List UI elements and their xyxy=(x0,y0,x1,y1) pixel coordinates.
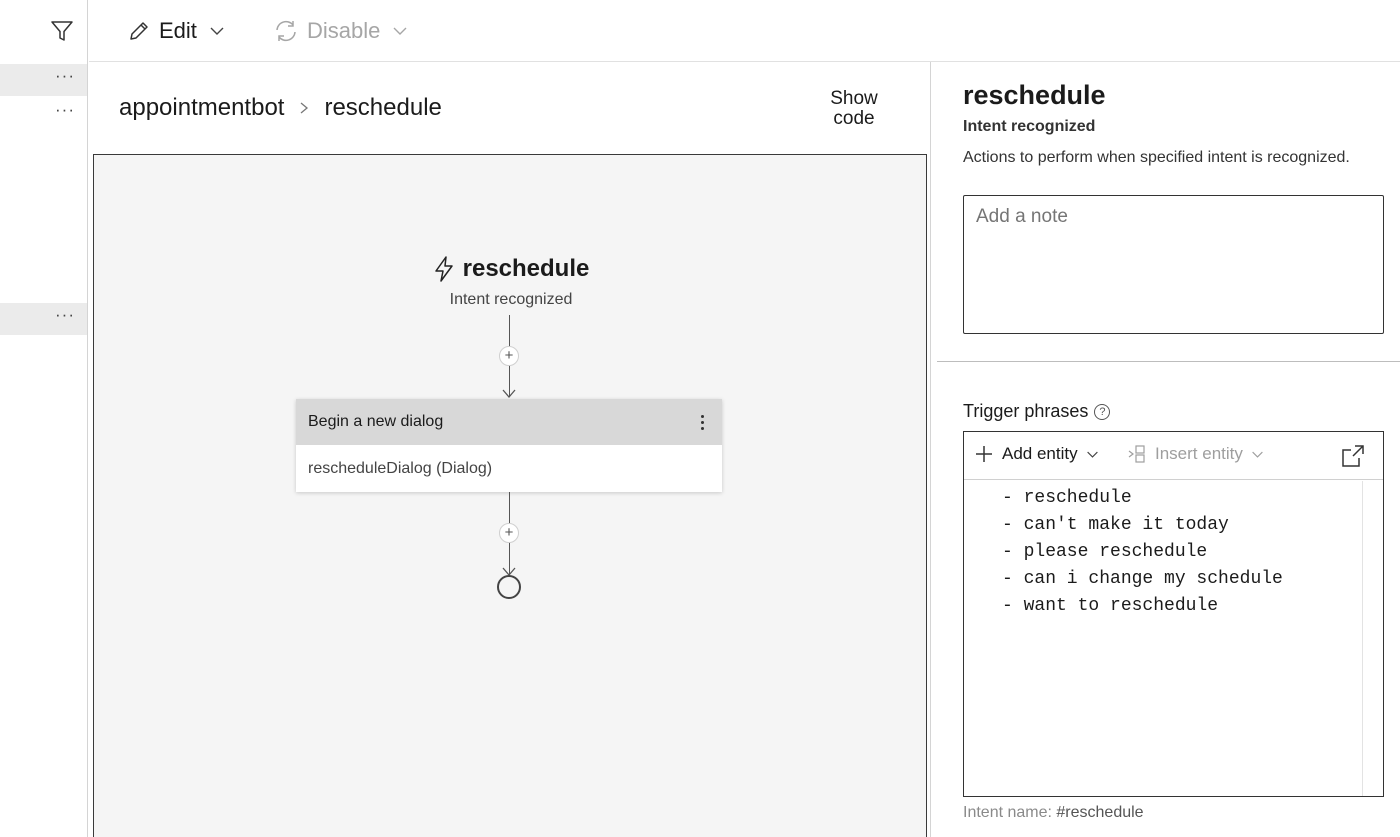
phrase-line: - can't make it today xyxy=(1002,515,1229,535)
more-options-icon[interactable]: ··· xyxy=(55,100,75,120)
props-title: reschedule xyxy=(963,80,1106,110)
phrase-line: - want to reschedule xyxy=(1002,596,1219,616)
filter-icon xyxy=(51,21,73,41)
breadcrumb-root[interactable]: appointmentbot xyxy=(119,94,284,122)
disable-button[interactable]: Disable xyxy=(273,14,408,48)
properties-panel: reschedule Intent recognized Actions to … xyxy=(931,62,1400,837)
chevron-down-icon xyxy=(1086,451,1098,458)
more-options-icon[interactable]: ··· xyxy=(55,305,75,325)
lightning-icon xyxy=(434,256,453,282)
phrase-line: - can i change my schedule xyxy=(1002,569,1283,589)
arrow-down-icon xyxy=(502,389,516,398)
nav-item-selected[interactable]: ··· xyxy=(0,64,87,96)
edit-button[interactable]: Edit xyxy=(127,14,225,48)
breadcrumb-current: reschedule xyxy=(324,94,442,121)
props-description: Actions to perform when specified intent… xyxy=(963,149,1350,166)
help-icon[interactable]: ? xyxy=(1094,403,1111,420)
edit-button-label: Edit xyxy=(159,18,197,43)
trigger-subtitle: Intent recognized xyxy=(449,291,573,308)
show-code-label-1: Show xyxy=(830,88,878,109)
action-title: Begin a new dialog xyxy=(308,413,444,430)
intent-name-value: #reschedule xyxy=(1056,804,1144,821)
phrase-scrollbar[interactable] xyxy=(1362,481,1383,796)
disable-button-label: Disable xyxy=(307,18,381,43)
trigger-phrases-label: Trigger phrases ? xyxy=(963,401,1111,422)
expand-icon[interactable] xyxy=(1341,444,1365,468)
chevron-down-icon xyxy=(393,27,407,35)
flow-canvas[interactable]: reschedule Intent recognized + Begin a n… xyxy=(93,154,927,837)
show-code-label-2: code xyxy=(833,108,875,129)
filter-button[interactable] xyxy=(48,18,76,44)
top-toolbar: Edit Disable xyxy=(89,0,1400,62)
add-entity-label: Add entity xyxy=(1002,444,1078,463)
add-action-button[interactable]: + xyxy=(499,346,519,366)
phrase-list[interactable]: - reschedule - can't make it today - ple… xyxy=(964,481,1363,796)
more-options-icon[interactable]: ··· xyxy=(55,66,75,86)
action-card-body: rescheduleDialog (Dialog) xyxy=(308,459,493,477)
add-entity-button[interactable]: Add entity xyxy=(974,444,1099,464)
plus-icon xyxy=(976,446,992,462)
dialog-editor: appointmentbot reschedule Show code resc… xyxy=(89,62,931,837)
chevron-down-icon xyxy=(1252,451,1263,458)
end-node xyxy=(497,575,521,599)
add-action-button[interactable]: + xyxy=(499,523,519,543)
left-navigation: ··· ··· ··· xyxy=(0,0,88,837)
trigger-title: reschedule xyxy=(462,255,590,282)
note-field[interactable] xyxy=(963,195,1384,334)
chevron-right-icon xyxy=(301,102,309,114)
nav-item-active[interactable]: ··· xyxy=(0,303,87,335)
more-vertical-icon[interactable] xyxy=(694,410,710,434)
refresh-icon xyxy=(276,20,296,42)
action-card-begin-dialog[interactable]: Begin a new dialog rescheduleDialog (Dia… xyxy=(296,399,722,492)
phrase-toolbar: Add entity Insert entity xyxy=(964,432,1383,480)
phrase-line: - please reschedule xyxy=(1002,542,1208,562)
divider xyxy=(937,361,1400,362)
insert-entity-label: Insert entity xyxy=(1155,444,1243,463)
intent-name: Intent name: #reschedule xyxy=(963,804,1144,822)
action-card-header: Begin a new dialog xyxy=(296,399,722,445)
nav-item[interactable]: ··· xyxy=(0,98,87,130)
insert-icon xyxy=(1128,445,1145,463)
trigger-node[interactable]: reschedule Intent recognized xyxy=(94,255,928,309)
trigger-phrases-editor[interactable]: Add entity Insert entity - reschedule - … xyxy=(963,431,1384,797)
trigger-phrases-text: Trigger phrases xyxy=(963,401,1089,421)
phrase-line: - reschedule xyxy=(1002,488,1132,508)
breadcrumb: appointmentbot reschedule xyxy=(119,94,442,122)
pencil-icon xyxy=(130,22,148,40)
intent-name-label: Intent name: xyxy=(963,804,1052,821)
insert-entity-button[interactable]: Insert entity xyxy=(1127,444,1264,464)
props-type: Intent recognized xyxy=(963,118,1096,135)
chevron-down-icon xyxy=(210,27,224,35)
show-code-button[interactable]: Show code xyxy=(809,89,899,129)
